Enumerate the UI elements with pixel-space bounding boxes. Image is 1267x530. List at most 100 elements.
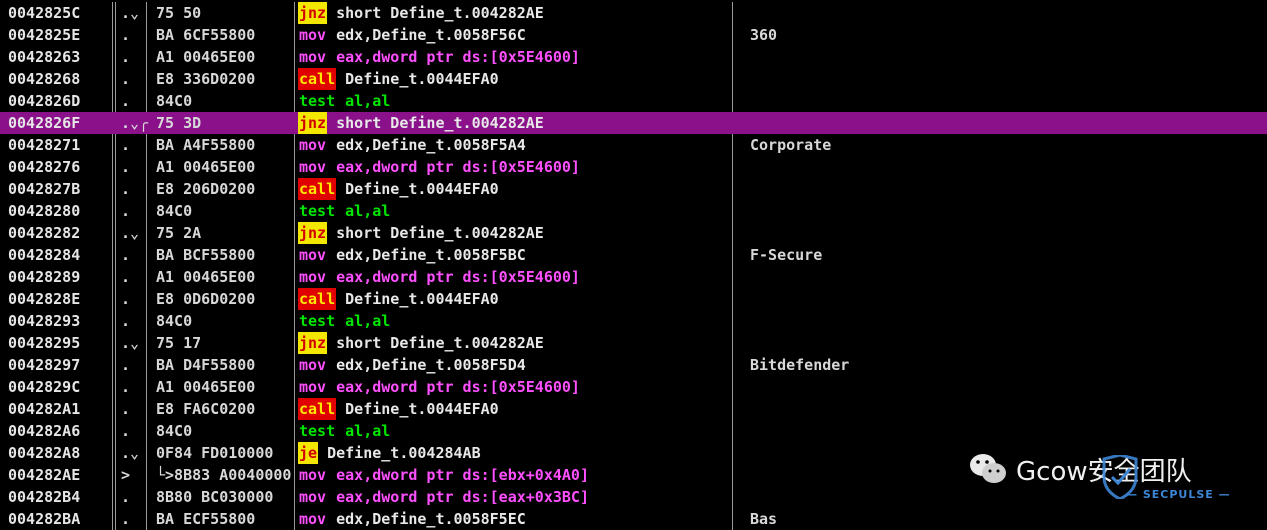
hex-bytes-cell: 75 2A [156,224,202,242]
address-cell: 0042826D [8,92,81,110]
address-cell: 00428295 [8,334,81,352]
instruction-cell: mov eax,dword ptr ds:[ebx+0x4A0] [298,464,589,486]
address-cell: 004282A6 [8,422,81,440]
address-cell: 00428282 [8,224,81,242]
hex-bytes-cell: └>8B83 A0040000 [156,466,292,484]
disasm-row[interactable]: 0042828E. E8 0D6D0200 call Define_t.0044EF… [0,288,1267,310]
disasm-row[interactable]: 00428295 .⌄ 75 17 jnz short Define_t.004282… [0,332,1267,354]
disasm-row[interactable]: 00428284. BA BCF55800 mov edx,Define_t.005… [0,244,1267,266]
disasm-row[interactable]: 0042826D. 84C0 test al,al [0,90,1267,112]
instruction-cell: mov eax,dword ptr ds:[0x5E4600] [298,266,580,288]
operand: al,al [345,92,391,110]
address-cell: 0042826F [8,114,81,132]
disasm-row[interactable]: 00428263. A1 00465E00 mov eax,dword ptr ds… [0,46,1267,68]
address-cell: 00428293 [8,312,81,330]
disasm-row[interactable]: 0042829C. A1 00465E00 mov eax,dword ptr ds… [0,376,1267,398]
jump-marker: . [121,378,131,396]
disasm-row[interactable]: 00428276. A1 00465E00 mov eax,dword ptr ds… [0,156,1267,178]
disasm-row[interactable]: 00428280. 84C0 test al,al [0,200,1267,222]
instruction-cell: mov edx,Define_t.0058F5EC [298,508,526,530]
mnemonic: call [298,398,337,420]
hex-bytes-cell: E8 336D0200 [156,70,256,88]
address-cell: 0042828E [8,290,81,308]
disasm-row[interactable]: 004282A1. E8 FA6C0200 call Define_t.0044EF… [0,398,1267,420]
hex-bytes-cell: BA ECF55800 [156,510,256,528]
operand: edx,Define_t.0058F5D4 [336,356,526,374]
jump-marker: . [121,158,131,176]
operand: eax,dword ptr ds:[0x5E4600] [336,158,580,176]
instruction-cell: mov edx,Define_t.0058F5BC [298,244,526,266]
address-cell: 00428263 [8,48,81,66]
operand: Define_t.0044EFA0 [345,70,499,88]
hex-bytes-cell: E8 FA6C0200 [156,400,256,418]
disasm-row[interactable]: 00428268. E8 336D0200 call Define_t.0044EF… [0,68,1267,90]
hex-bytes-cell: E8 0D6D0200 [156,290,256,308]
mnemonic: mov [299,26,327,44]
operand: short Define_t.004282AE [336,334,544,352]
address-cell: 004282B4 [8,488,81,506]
mnemonic: test [299,312,336,330]
disasm-row[interactable]: 0042825E. BA 6CF55800 mov edx,Define_t.005… [0,24,1267,46]
disasm-row[interactable]: 0042827B. E8 206D0200 call Define_t.0044EF… [0,178,1267,200]
disasm-row[interactable]: 004282BA. BA ECF55800 mov edx,Define_t.005… [0,508,1267,530]
address-cell: 00428268 [8,70,81,88]
hex-bytes-cell: 75 17 [156,334,202,352]
hex-bytes-cell: 84C0 [156,202,193,220]
instruction-cell: jnz short Define_t.004282AE [298,2,544,24]
address-cell: 004282BA [8,510,81,528]
hex-bytes-cell: BA D4F55800 [156,356,256,374]
disasm-row[interactable]: 00428293. 84C0 test al,al [0,310,1267,332]
address-cell: 004282AE [8,466,81,484]
wechat-icon [968,452,1008,486]
disasm-row[interactable]: 0042825C .⌄ 75 50 jnz short Define_t.004282… [0,2,1267,24]
operand: Define_t.004284AB [327,444,481,462]
mnemonic: test [299,92,336,110]
mnemonic: mov [299,136,327,154]
hex-bytes-cell: A1 00465E00 [156,48,256,66]
hex-bytes-cell: BA 6CF55800 [156,26,256,44]
operand: eax,dword ptr ds:[eax+0x3BC] [336,488,589,506]
hex-bytes-cell: A1 00465E00 [156,268,256,286]
hex-bytes-cell: BA A4F55800 [156,136,256,154]
mnemonic: mov [299,48,327,66]
instruction-cell: je Define_t.004284AB [298,442,481,464]
jump-marker: . [121,400,131,418]
hex-bytes-cell: 8B80 BC030000 [156,488,274,506]
jump-marker: .⌄ [121,224,140,242]
instruction-cell: call Define_t.0044EFA0 [298,178,499,200]
disasm-row[interactable]: 00428271. BA A4F55800 mov edx,Define_t.005… [0,134,1267,156]
jump-marker: . [121,180,131,198]
address-cell: 004282A1 [8,400,81,418]
mnemonic: mov [299,246,327,264]
jump-marker: . [121,26,131,44]
operand: edx,Define_t.0058F5A4 [336,136,526,154]
mnemonic: jnz [298,332,328,354]
operand: al,al [345,422,391,440]
mnemonic: mov [299,466,327,484]
jump-marker: . [121,92,131,110]
jump-marker: . [121,70,131,88]
disasm-row[interactable]: 00428289. A1 00465E00 mov eax,dword ptr ds… [0,266,1267,288]
jump-marker: . [121,488,131,506]
mnemonic: call [298,288,337,310]
instruction-cell: jnz short Define_t.004282AE [298,222,544,244]
instruction-cell: mov eax,dword ptr ds:[0x5E4600] [298,46,580,68]
operand: edx,Define_t.0058F56C [336,26,526,44]
disasm-row[interactable]: 0042826F .⌄╭ 75 3D jnz short Define_t.00428… [0,112,1267,134]
operand: short Define_t.004282AE [336,224,544,242]
operand: Define_t.0044EFA0 [345,180,499,198]
jump-marker: . [121,290,131,308]
disasm-row[interactable]: 00428297. BA D4F55800 mov edx,Define_t.005… [0,354,1267,376]
disasm-row[interactable]: 00428282 .⌄ 75 2A jnz short Define_t.004282… [0,222,1267,244]
address-cell: 004282A8 [8,444,81,462]
instruction-cell: call Define_t.0044EFA0 [298,68,499,90]
jump-marker: .⌄ [121,334,140,352]
jump-marker: . [121,48,131,66]
hex-bytes-cell: 84C0 [156,422,193,440]
operand: al,al [345,202,391,220]
address-cell: 0042825E [8,26,81,44]
instruction-cell: jnz short Define_t.004282AE [298,332,544,354]
jump-marker: . [121,136,131,154]
instruction-cell: call Define_t.0044EFA0 [298,288,499,310]
operand: eax,dword ptr ds:[0x5E4600] [336,378,580,396]
